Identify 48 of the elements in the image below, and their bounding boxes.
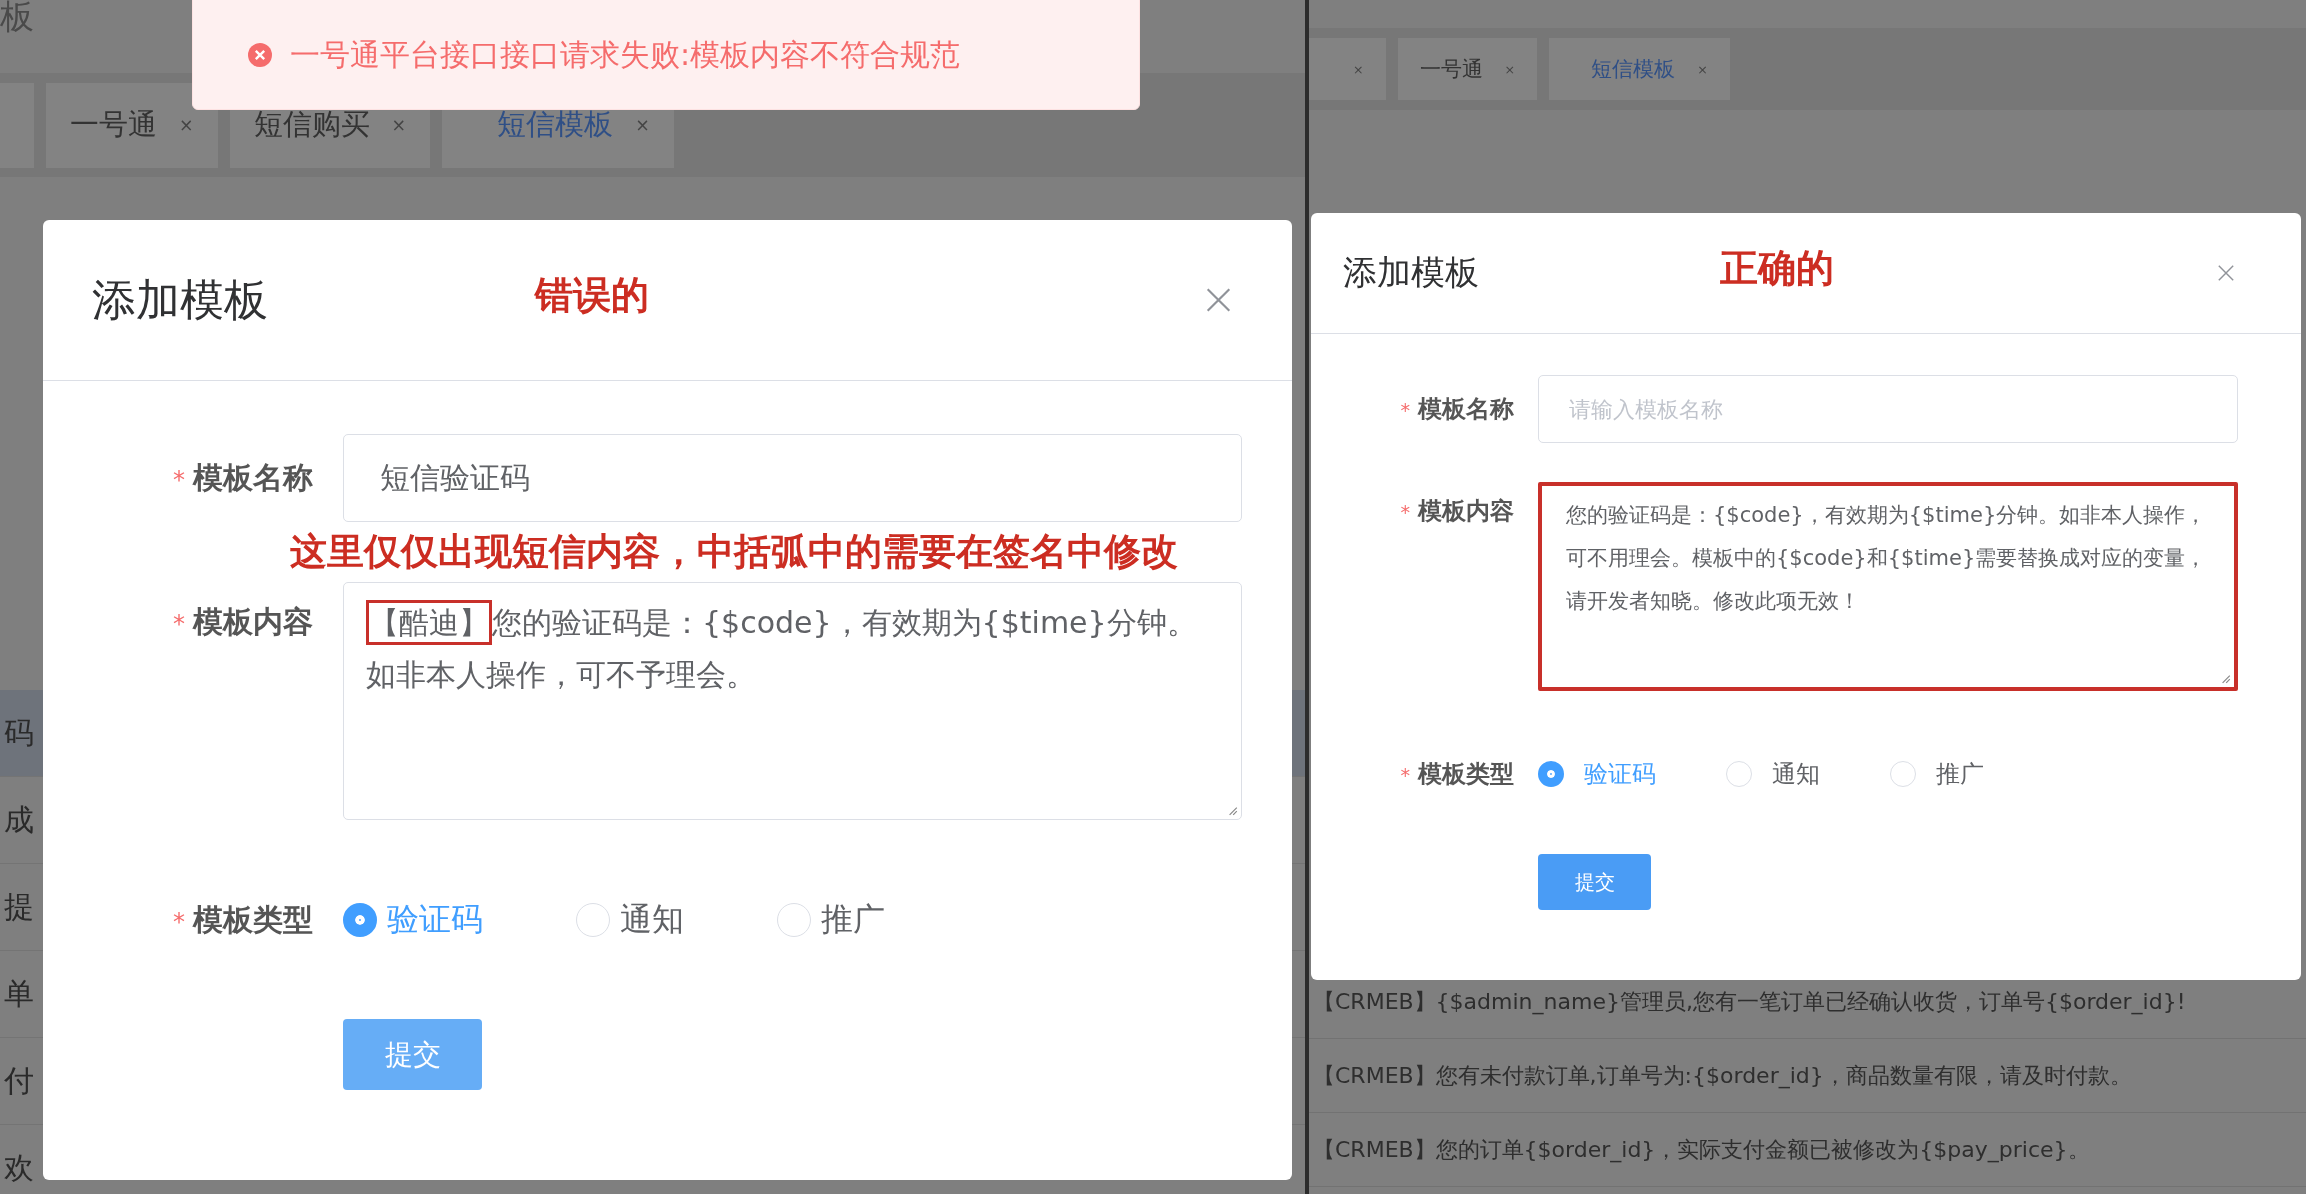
close-icon[interactable] xyxy=(2217,264,2235,282)
radio-option[interactable]: 推广 xyxy=(777,898,885,942)
table-cell-text: 提 xyxy=(4,887,34,926)
table-cell-text: 成 xyxy=(4,800,34,839)
page-tab[interactable]: 一号通 × xyxy=(46,82,218,168)
table-cell-text: 单 xyxy=(4,974,34,1013)
submit-button[interactable]: 提交 xyxy=(1538,854,1651,910)
field-label: 模板类型 xyxy=(1418,760,1514,788)
table-cell-text: 【CRMEB】{$admin_name}管理员,您有一笔订单已经确认收货，订单号{$order_id}! xyxy=(1313,987,2186,1017)
required-mark: * xyxy=(173,907,185,936)
annotation: 正确的 xyxy=(1720,245,1834,293)
resize-grip-icon[interactable] xyxy=(2219,672,2231,684)
radio-option[interactable]: 通知 xyxy=(576,898,684,942)
page-tab[interactable]: 短信模板 × xyxy=(1549,38,1730,100)
radio-option[interactable]: 验证码 xyxy=(343,898,483,942)
toast-message: 一号通平台接口接口请求失败:模板内容不符合规范 xyxy=(290,35,961,74)
required-mark: * xyxy=(1400,764,1410,787)
field-label: 模板名称 xyxy=(193,459,313,495)
text-area[interactable]: 您的验证码是：{$code}，有效期为{$time}分钟。如非本人操作，可不用理会。模板中的{$code}和{$time}需要替换成对应的变量，请开发者知晓。修改此项无效！ xyxy=(1538,482,2238,691)
required-mark: * xyxy=(173,465,185,494)
required-mark: * xyxy=(1400,399,1410,422)
page-tab[interactable]: 一号通 × xyxy=(1397,38,1538,100)
field-label: 模板内容 xyxy=(1418,497,1514,525)
radio-option[interactable]: 验证码 xyxy=(1538,758,1656,790)
table-cell-text: 【CRMEB】您有未付款订单,订单号为:{$order_id}，商品数量有限，请及时付款。 xyxy=(1313,1061,2132,1091)
page-tab[interactable]: × xyxy=(1309,38,1386,100)
radio-option[interactable]: 通知 xyxy=(1726,758,1820,790)
annotation: 错误的 xyxy=(535,272,649,320)
annotation: 这里仅仅出现短信内容，中括弧中的需要在签名中修改 xyxy=(290,529,1179,575)
input-field[interactable]: 请输入模板名称 xyxy=(1538,375,2238,443)
field-label: 模板类型 xyxy=(193,901,313,937)
field-label: 模板内容 xyxy=(193,604,313,639)
error-icon xyxy=(248,43,272,67)
submit-button[interactable]: 提交 xyxy=(343,1019,482,1090)
radio-option[interactable]: 推广 xyxy=(1890,758,1984,790)
dialog-title: 添加模板 xyxy=(1343,251,1479,294)
input-field[interactable]: 短信验证码 xyxy=(343,434,1242,522)
table-cell-text: 【CRMEB】您的订单{$order_id}，实际支付金额已被修改为{$pay_price}。 xyxy=(1313,1135,2090,1165)
field-label: 模板名称 xyxy=(1418,395,1514,423)
table-cell-text: 码 xyxy=(4,713,34,752)
resize-grip-icon[interactable] xyxy=(1226,804,1238,816)
required-mark: * xyxy=(1400,501,1410,524)
text-area[interactable]: 【酷迪】您的验证码是：{$code}，有效期为{$time}分钟。如非本人操作，可不予理会。 xyxy=(343,582,1242,820)
close-icon[interactable] xyxy=(1205,286,1232,314)
table-cell-text: 欢 xyxy=(4,1148,34,1187)
dialog-title: 添加模板 xyxy=(92,272,268,327)
required-mark: * xyxy=(173,610,185,638)
table-cell-text: 付 xyxy=(4,1061,34,1100)
